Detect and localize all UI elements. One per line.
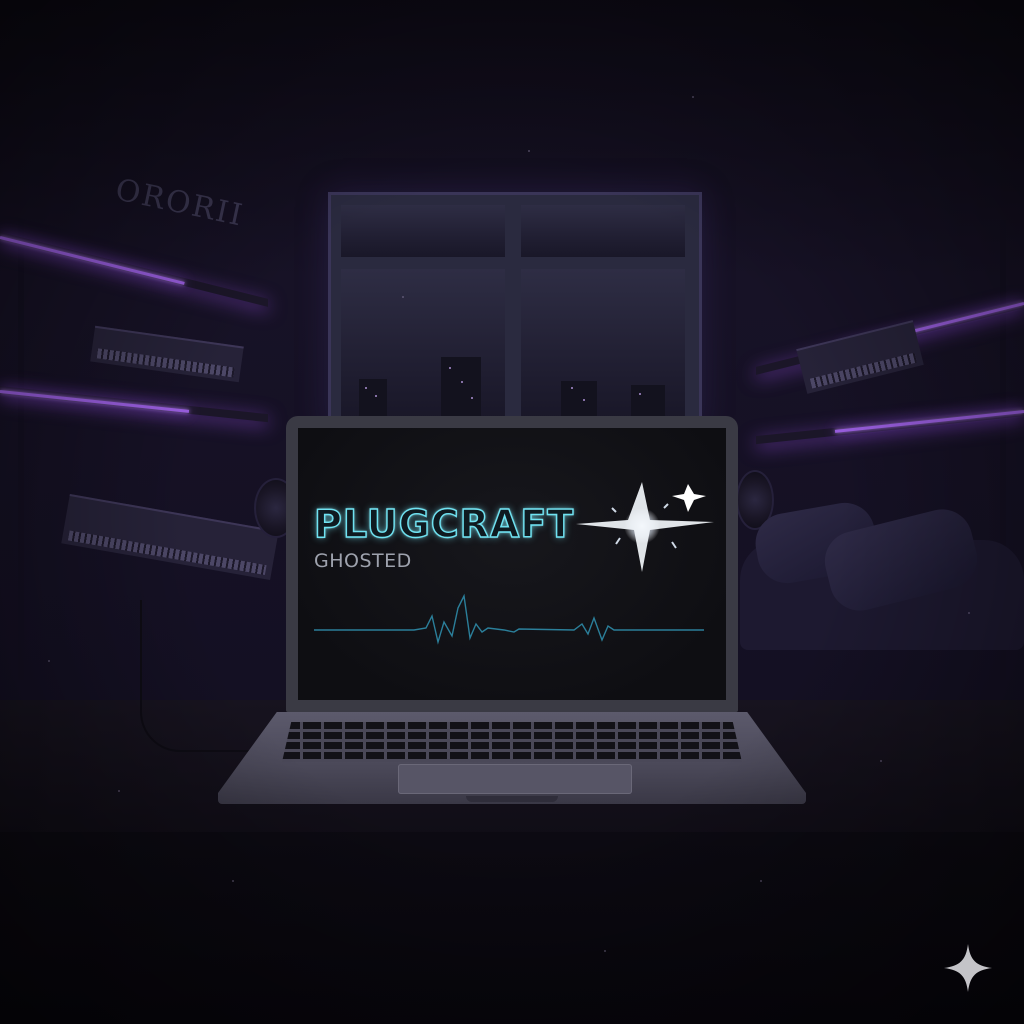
power-cable [140, 600, 272, 752]
shelf-post [18, 220, 24, 680]
laptop-screen: PLUGCRAFT GHOSTED [298, 428, 726, 700]
night-window [328, 192, 702, 430]
laptop-trackpad [398, 764, 632, 794]
audio-waveform [314, 593, 704, 645]
four-point-star-icon [944, 944, 992, 992]
skyline-building [359, 379, 387, 419]
studio-scene: ORORII PLUGCRAFT GHOSTED [0, 0, 1024, 1024]
desk-front [0, 832, 1024, 1024]
sparkle-flare-icon [576, 482, 714, 572]
window-pane [521, 269, 685, 419]
window-pane [341, 269, 505, 419]
laptop-hinge-notch [466, 796, 558, 802]
skyline-building [441, 357, 481, 419]
subtitle-text: GHOSTED [314, 550, 412, 572]
window-pane [341, 205, 505, 257]
skyline-building [631, 385, 665, 419]
neon-logo-title: PLUGCRAFT [313, 501, 575, 546]
window-pane [521, 205, 685, 257]
skyline-building [561, 381, 597, 419]
laptop-keyboard [282, 722, 742, 762]
